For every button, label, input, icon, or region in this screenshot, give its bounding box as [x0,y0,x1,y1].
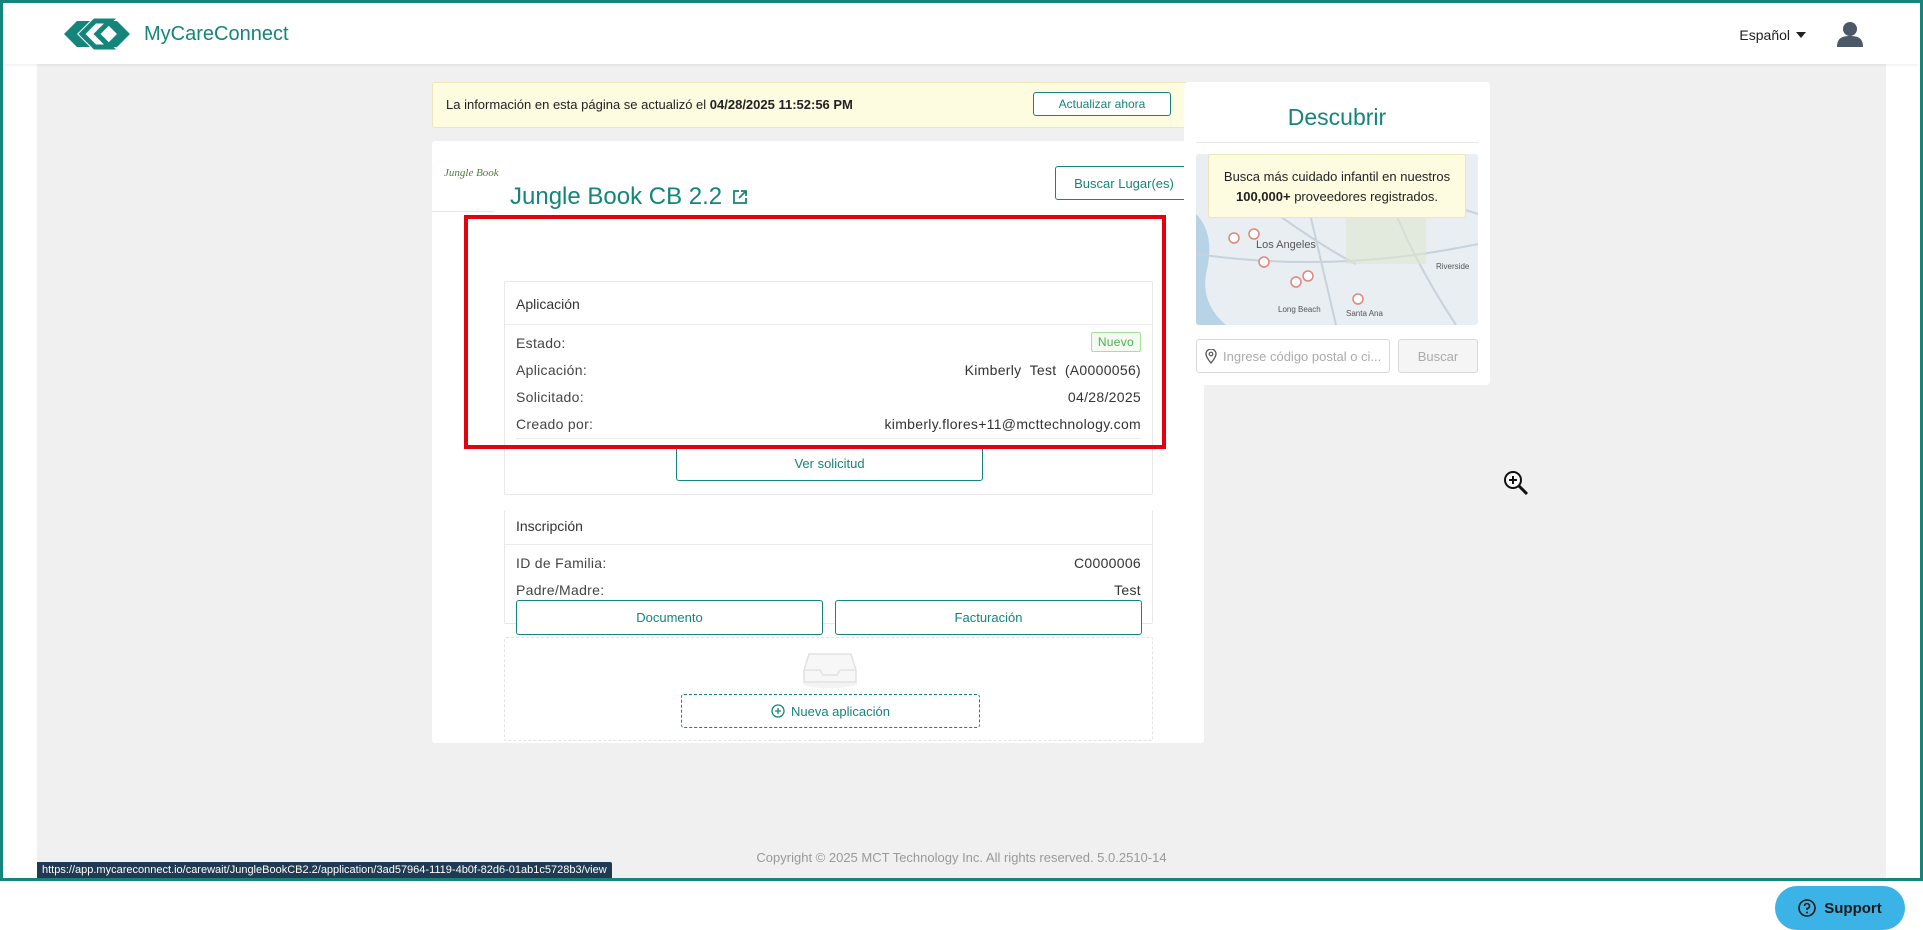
parent-row: Padre/Madre: Test [516,579,1141,601]
billing-button[interactable]: Facturación [835,600,1142,635]
banner-message: La información en esta página se actuali… [446,97,853,112]
map-label-riverside: Riverside [1436,262,1470,271]
user-icon [1837,22,1863,47]
top-navbar: MyCareConnect Español [3,3,1920,64]
support-label: Support [1824,899,1882,917]
refresh-now-button[interactable]: Actualizar ahora [1033,92,1171,116]
banner-text: La información en esta página se actuali… [446,97,710,112]
banner-timestamp: 04/28/2025 11:52:56 PM [709,97,853,112]
map-marker [1302,270,1314,282]
plus-circle-icon [771,704,785,718]
parent-label: Padre/Madre: [516,582,605,598]
family-id-label: ID de Familia: [516,555,607,571]
tooltip-suffix: proveedores registrados. [1290,189,1438,204]
external-link-icon [733,190,748,204]
help-icon [1798,899,1817,917]
family-id-value: C0000006 [1073,555,1141,571]
mycareconnect-logo-icon [64,18,130,50]
provider-logo: Jungle Book [444,167,499,179]
map-label-santa-ana: Santa Ana [1346,309,1383,318]
divider [1196,142,1478,143]
provider-name: Jungle Book CB 2.2 [510,183,723,210]
map-label-long-beach: Long Beach [1278,305,1321,314]
new-application-panel: Nueva aplicación [504,637,1153,741]
discover-tooltip: Busca más cuidado infantil en nuestros 1… [1208,154,1466,218]
support-button[interactable]: Support [1775,886,1905,930]
status-bar-url: https://app.mycareconnect.io/carewait/Ju… [37,862,612,878]
discover-card: Descubrir Los Angeles Long Beach Santa A… [1184,82,1490,385]
discover-title: Descubrir [1287,104,1387,130]
tooltip-count: 100,000+ [1235,189,1291,204]
divider [432,211,494,212]
search-button[interactable]: Buscar [1398,339,1478,373]
family-id-row: ID de Familia: C0000006 [516,552,1141,574]
enrollment-heading: Inscripción [516,518,583,534]
language-label: Español [1739,27,1790,43]
document-button[interactable]: Documento [516,600,823,635]
parent-value: Test [1114,582,1141,598]
language-selector[interactable]: Español [1739,27,1806,43]
brand-logo[interactable]: MyCareConnect [60,17,289,51]
provider-title[interactable]: Jungle Book CB 2.2 [510,183,748,211]
map-marker [1248,228,1260,240]
main-content: La información en esta página se actuali… [37,64,1905,930]
map-marker [1228,232,1240,244]
chevron-down-icon [1796,32,1806,38]
map-marker [1290,276,1302,288]
map-marker [1258,256,1270,268]
brand-name: MyCareConnect [144,22,289,45]
empty-inbox-icon [803,653,857,688]
divider [505,544,1152,545]
application-highlight-box [464,215,1166,449]
view-application-button[interactable]: Ver solicitud [676,446,983,481]
zoom-in-cursor-icon [1504,471,1529,496]
zip-search-input[interactable]: Ingrese código postal o ci... [1196,339,1390,373]
enrollment-panel: Inscripción ID de Familia: C0000006 Padr… [504,510,1153,635]
location-pin-icon [1205,348,1217,364]
map-label-los-angeles: Los Angeles [1256,239,1316,251]
user-menu[interactable] [1836,21,1864,52]
tooltip-line1: Busca más cuidado infantil en nuestros [1223,169,1451,184]
tooltip-line2: 100,000+ proveedores registrados. [1209,187,1465,207]
update-banner: La información en esta página se actuali… [432,82,1204,128]
zip-search-placeholder: Ingrese código postal o ci... [1223,348,1382,364]
new-application-label: Nueva aplicación [790,703,890,719]
map-marker [1352,293,1364,305]
find-places-button[interactable]: Buscar Lugar(es) [1055,166,1193,200]
new-application-button[interactable]: Nueva aplicación [681,694,980,728]
